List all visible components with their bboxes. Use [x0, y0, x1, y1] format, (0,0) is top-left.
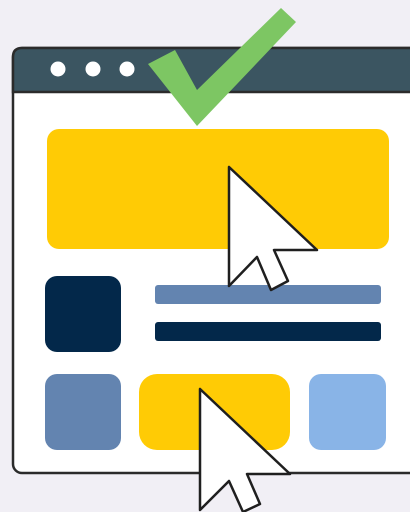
text-line-1 — [155, 285, 381, 304]
window-dot-3 — [119, 61, 135, 77]
text-line-2 — [155, 322, 381, 341]
tile-right — [309, 374, 386, 450]
illustration-canvas — [11, 8, 410, 512]
content-thumbnail — [45, 276, 121, 352]
window-controls-icon — [50, 61, 135, 77]
window-dot-2 — [85, 61, 101, 77]
window-dot-1 — [50, 61, 66, 77]
hero-banner — [47, 129, 389, 249]
browser-illustration — [0, 0, 410, 512]
tile-left — [45, 374, 121, 450]
